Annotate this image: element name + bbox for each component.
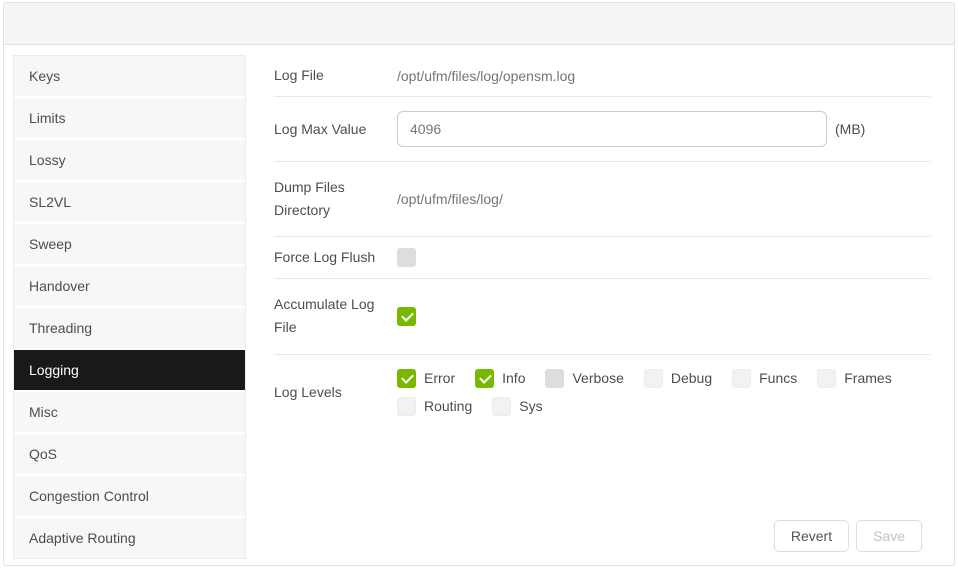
logging-settings-form: Log File /opt/ufm/files/log/opensm.log L… [274, 55, 930, 430]
log-level-error: Error [397, 368, 456, 388]
log-levels-checkbox-group: Error Info Verbose Debug Funcs Frames Ro… [397, 368, 930, 416]
form-action-buttons: Revert Save [773, 520, 922, 552]
log-level-debug-label: Debug [670, 370, 713, 387]
log-level-info: Info [475, 368, 526, 388]
sidebar-item-limits[interactable]: Limits [14, 98, 245, 140]
sidebar-item-qos[interactable]: QoS [14, 434, 245, 476]
log-max-value-label: Log Max Value [274, 120, 367, 137]
log-level-funcs-label: Funcs [759, 370, 798, 387]
log-level-info-label: Info [502, 370, 526, 387]
sidebar-item-adaptive-routing[interactable]: Adaptive Routing [14, 518, 245, 558]
sidebar-item-sl2vl[interactable]: SL2VL [14, 182, 245, 224]
accumulate-log-file-label: Accumulate Log File [274, 296, 375, 336]
accumulate-log-file-row: Accumulate Log File [274, 279, 930, 355]
sidebar-item-keys[interactable]: Keys [14, 56, 245, 98]
sidebar-item-misc[interactable]: Misc [14, 392, 245, 434]
settings-panel: Keys Limits Lossy SL2VL Sweep Handover T… [3, 2, 955, 566]
log-level-verbose-checkbox[interactable] [545, 368, 565, 388]
log-file-label: Log File [274, 67, 324, 83]
sidebar-item-lossy[interactable]: Lossy [14, 140, 245, 182]
sidebar-item-handover[interactable]: Handover [14, 266, 245, 308]
force-log-flush-label: Force Log Flush [274, 249, 376, 266]
log-max-value-row: Log Max Value (MB) [274, 97, 930, 163]
sidebar-item-congestion-control[interactable]: Congestion Control [14, 476, 245, 518]
log-file-row: Log File /opt/ufm/files/log/opensm.log [274, 55, 930, 98]
log-level-debug: Debug [643, 368, 713, 388]
log-level-frames-label: Frames [844, 370, 892, 387]
dump-files-directory-row: Dump Files Directory /opt/ufm/files/log/ [274, 162, 930, 238]
log-level-frames-checkbox[interactable] [817, 368, 837, 388]
log-level-frames: Frames [817, 368, 892, 388]
log-level-error-checkbox[interactable] [397, 368, 416, 388]
header-band [4, 3, 954, 45]
log-level-funcs-checkbox[interactable] [732, 368, 752, 388]
log-level-routing: Routing [397, 396, 473, 416]
log-level-routing-checkbox[interactable] [397, 396, 416, 416]
dump-files-directory-label: Dump Files Directory [274, 179, 345, 219]
log-level-verbose-label: Verbose [572, 370, 624, 387]
log-level-routing-label: Routing [424, 398, 473, 415]
dump-files-directory-value: /opt/ufm/files/log/ [397, 191, 503, 208]
settings-category-sidebar: Keys Limits Lossy SL2VL Sweep Handover T… [13, 55, 246, 559]
log-file-value: /opt/ufm/files/log/opensm.log [397, 67, 576, 84]
sidebar-item-threading[interactable]: Threading [14, 308, 245, 350]
log-level-verbose: Verbose [545, 368, 624, 388]
log-level-sys-checkbox[interactable] [492, 396, 512, 416]
log-level-debug-checkbox[interactable] [643, 368, 663, 388]
log-level-info-checkbox[interactable] [475, 368, 495, 388]
content-area: Keys Limits Lossy SL2VL Sweep Handover T… [4, 45, 954, 559]
force-log-flush-checkbox[interactable] [397, 248, 416, 268]
revert-button[interactable]: Revert [773, 520, 850, 552]
log-level-sys-label: Sys [519, 398, 543, 415]
log-level-error-label: Error [424, 370, 456, 387]
log-max-value-input[interactable] [397, 111, 827, 148]
log-levels-row: Log Levels Error Info Verbose Debug Func… [274, 355, 930, 430]
sidebar-item-sweep[interactable]: Sweep [14, 224, 245, 266]
save-button[interactable]: Save [856, 520, 922, 552]
log-levels-label: Log Levels [274, 383, 342, 400]
log-level-sys: Sys [492, 396, 543, 416]
force-log-flush-row: Force Log Flush [274, 237, 930, 280]
accumulate-log-file-checkbox[interactable] [397, 306, 416, 326]
log-max-value-unit: (MB) [835, 121, 866, 138]
sidebar-item-logging[interactable]: Logging [14, 350, 245, 392]
log-level-funcs: Funcs [732, 368, 798, 388]
